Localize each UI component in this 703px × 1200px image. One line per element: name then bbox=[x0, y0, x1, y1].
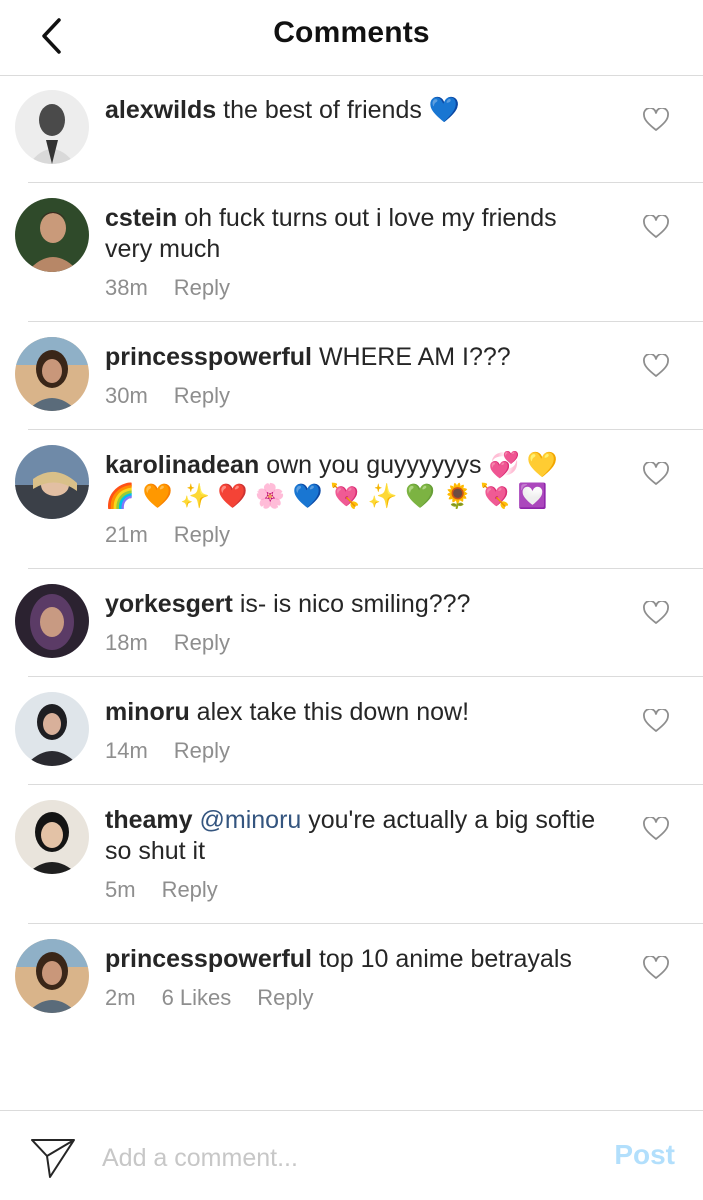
comment-row: princesspowerful top 10 anime betrayals … bbox=[15, 924, 703, 1032]
comment-message: WHERE AM I??? bbox=[318, 343, 511, 371]
comment-username[interactable]: karolinadean bbox=[105, 451, 259, 479]
comment-body: minoru alex take this down now! 14m Reply bbox=[105, 697, 610, 764]
reply-button[interactable]: Reply bbox=[174, 630, 230, 655]
reply-button[interactable]: Reply bbox=[174, 522, 230, 547]
heart-icon[interactable] bbox=[643, 817, 669, 841]
comment-meta: 38m Reply bbox=[105, 275, 610, 301]
comment-emoji-line: 🌈 🧡 ✨ ❤️ 🌸 💙 💘 ✨ 💚 🌻 💘 💟 bbox=[105, 482, 548, 510]
comment-message: alex take this down now! bbox=[196, 698, 470, 726]
comment-row: minoru alex take this down now! 14m Reply bbox=[15, 677, 703, 785]
heart-icon[interactable] bbox=[643, 215, 669, 239]
comment-row: yorkesgert is- is nico smiling??? 18m Rep… bbox=[15, 569, 703, 677]
comment-meta: 18m Reply bbox=[105, 630, 610, 656]
comment-meta: 5m Reply bbox=[105, 877, 610, 903]
comment-message: top 10 anime betrayals bbox=[318, 945, 572, 973]
comment-composer: Post bbox=[0, 1110, 703, 1200]
reply-button[interactable]: Reply bbox=[257, 985, 313, 1010]
comment-meta: 30m Reply bbox=[105, 383, 610, 409]
heart-icon[interactable] bbox=[643, 709, 669, 733]
comment-username[interactable]: cstein bbox=[105, 204, 177, 232]
comment-mention[interactable]: @minoru bbox=[200, 806, 302, 834]
comment-body: cstein oh fuck turns out i love my frien… bbox=[105, 203, 610, 301]
comment-meta: 21m Reply bbox=[105, 522, 610, 548]
avatar[interactable] bbox=[15, 337, 89, 411]
comment-username[interactable]: yorkesgert bbox=[105, 590, 233, 618]
comment-username[interactable]: theamy bbox=[105, 806, 193, 834]
comment-text: cstein oh fuck turns out i love my frien… bbox=[105, 203, 610, 265]
avatar[interactable] bbox=[15, 198, 89, 272]
paper-plane-icon[interactable] bbox=[30, 1137, 76, 1179]
comment-text: princesspowerful top 10 anime betrayals bbox=[105, 944, 610, 975]
comment-row: karolinadean own you guyyyyyys 💞 💛 🌈 🧡 ✨… bbox=[15, 430, 703, 569]
comment-time: 30m bbox=[105, 383, 148, 408]
comment-row: cstein oh fuck turns out i love my frien… bbox=[15, 183, 703, 322]
avatar[interactable] bbox=[15, 692, 89, 766]
post-button[interactable]: Post bbox=[614, 1139, 675, 1171]
comment-time: 38m bbox=[105, 275, 148, 300]
comment-message: is- is nico smiling??? bbox=[239, 590, 471, 618]
heart-icon[interactable] bbox=[643, 462, 669, 486]
comment-meta: 14m Reply bbox=[105, 738, 610, 764]
comment-text: karolinadean own you guyyyyyys 💞 💛 bbox=[105, 450, 610, 481]
comment-body: theamy @minoru you're actually a big sof… bbox=[105, 805, 610, 903]
likes-count[interactable]: 6 Likes bbox=[162, 985, 232, 1010]
comment-input[interactable] bbox=[100, 1135, 564, 1181]
comment-username[interactable]: alexwilds bbox=[105, 96, 216, 124]
comment-username[interactable]: minoru bbox=[105, 698, 190, 726]
comment-message: own you guyyyyyys 💞 💛 bbox=[266, 451, 558, 479]
heart-icon[interactable] bbox=[643, 354, 669, 378]
comment-body: princesspowerful top 10 anime betrayals … bbox=[105, 944, 610, 1011]
avatar[interactable] bbox=[15, 939, 89, 1013]
comment-body: princesspowerful WHERE AM I??? 30m Reply bbox=[105, 342, 610, 409]
comment-row: theamy @minoru you're actually a big sof… bbox=[15, 785, 703, 924]
comments-header: Comments bbox=[0, 0, 703, 76]
reply-button[interactable]: Reply bbox=[174, 738, 230, 763]
comment-time: 5m bbox=[105, 877, 136, 902]
comments-list: alexwilds the best of friends 💙 cstein o… bbox=[0, 76, 703, 1032]
avatar[interactable] bbox=[15, 800, 89, 874]
comment-body: alexwilds the best of friends 💙 bbox=[105, 95, 610, 126]
heart-icon[interactable] bbox=[643, 601, 669, 625]
reply-button[interactable]: Reply bbox=[162, 877, 218, 902]
comment-time: 2m bbox=[105, 985, 136, 1010]
comment-text: alexwilds the best of friends 💙 bbox=[105, 95, 610, 126]
comment-body: karolinadean own you guyyyyyys 💞 💛 🌈 🧡 ✨… bbox=[105, 450, 610, 548]
reply-button[interactable]: Reply bbox=[174, 275, 230, 300]
comment-username[interactable]: princesspowerful bbox=[105, 343, 312, 371]
comment-row: alexwilds the best of friends 💙 bbox=[15, 76, 703, 183]
heart-icon[interactable] bbox=[643, 956, 669, 980]
comment-time: 18m bbox=[105, 630, 148, 655]
comment-body: yorkesgert is- is nico smiling??? 18m Rep… bbox=[105, 589, 610, 656]
comment-text: yorkesgert is- is nico smiling??? bbox=[105, 589, 610, 620]
comment-meta: 2m 6 Likes Reply bbox=[105, 985, 610, 1011]
heart-icon[interactable] bbox=[643, 108, 669, 132]
comment-text: minoru alex take this down now! bbox=[105, 697, 610, 728]
reply-button[interactable]: Reply bbox=[174, 383, 230, 408]
page-title: Comments bbox=[273, 16, 430, 49]
comment-username[interactable]: princesspowerful bbox=[105, 945, 312, 973]
comment-time: 21m bbox=[105, 522, 148, 547]
avatar[interactable] bbox=[15, 584, 89, 658]
comment-text: princesspowerful WHERE AM I??? bbox=[105, 342, 610, 373]
comment-message: the best of friends 💙 bbox=[223, 96, 460, 124]
avatar[interactable] bbox=[15, 90, 89, 164]
comment-row: princesspowerful WHERE AM I??? 30m Reply bbox=[15, 322, 703, 430]
comment-time: 14m bbox=[105, 738, 148, 763]
avatar[interactable] bbox=[15, 445, 89, 519]
comment-text: theamy @minoru you're actually a big sof… bbox=[105, 805, 610, 867]
